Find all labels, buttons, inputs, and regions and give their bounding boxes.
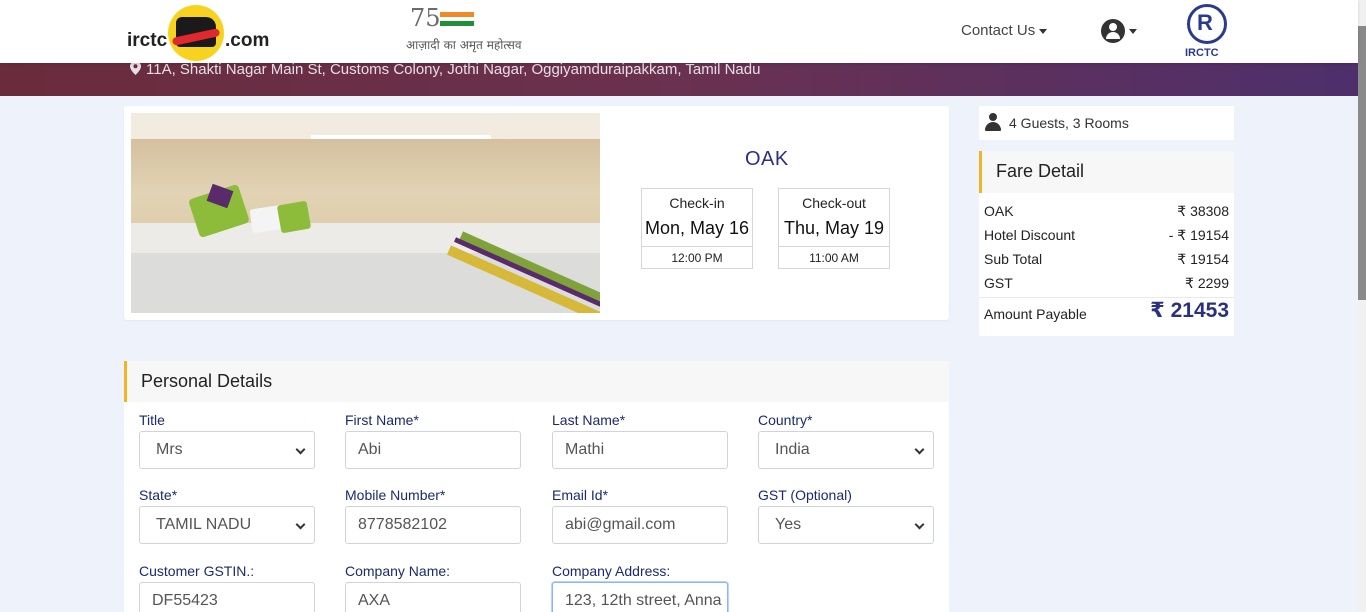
checkin-date: Mon, May 16: [644, 218, 750, 238]
checkout-label: Check-out: [802, 195, 866, 211]
first-name-input[interactable]: Abi: [345, 431, 521, 469]
fare-row-room: OAK ₹ 38308: [984, 203, 1229, 225]
fare-row-discount: Hotel Discount - ₹ 19154: [984, 227, 1229, 249]
state-value: TAMIL NADU: [156, 516, 252, 533]
guests-rooms-card: 4 Guests, 3 Rooms: [979, 106, 1234, 140]
company-name-label: Company Name:: [345, 563, 451, 579]
country-select[interactable]: India: [758, 431, 934, 469]
amount-payable-value: ₹ 21453: [1150, 299, 1229, 322]
checkout-time: 11:00 AM: [809, 251, 859, 265]
logo-text-left: irctc: [127, 30, 168, 51]
scrollbar-thumb[interactable]: [1358, 26, 1366, 300]
chevron-down-icon: [914, 519, 925, 530]
chevron-down-icon: [914, 444, 925, 455]
contact-us-dropdown[interactable]: Contact Us: [961, 22, 1048, 39]
last-name-value: Mathi: [565, 441, 605, 458]
fare-detail-header: Fare Detail: [979, 151, 1234, 193]
chevron-down-icon: [295, 519, 306, 530]
hotel-name: OAK: [745, 148, 789, 170]
mobile-number-input[interactable]: 8778582102: [345, 506, 521, 544]
checkin-label: Check-in: [669, 195, 725, 211]
company-address-label: Company Address:: [552, 563, 671, 579]
email-value: abi@gmail.com: [565, 516, 676, 533]
mobile-number-label: Mobile Number*: [345, 487, 446, 503]
gst-select[interactable]: Yes: [758, 506, 934, 544]
user-account-dropdown[interactable]: [1101, 19, 1139, 43]
fare-label: OAK: [984, 203, 1014, 219]
state-label: State*: [139, 487, 178, 503]
fare-value: - ₹ 19154: [1168, 227, 1229, 243]
contact-us-label: Contact Us: [961, 22, 1036, 39]
fare-row-gst: GST ₹ 2299: [984, 275, 1229, 297]
last-name-label: Last Name*: [552, 412, 626, 428]
customer-gstin-input[interactable]: DF55423: [139, 582, 315, 612]
azadi-number: 75: [410, 4, 441, 32]
fare-detail-card: Fare Detail OAK ₹ 38308 Hotel Discount -…: [979, 151, 1234, 336]
irctc-logo[interactable]: R IRCTC: [1182, 4, 1232, 60]
checkin-box: Check-in Mon, May 16 12:00 PM: [641, 188, 753, 269]
email-input[interactable]: abi@gmail.com: [552, 506, 728, 544]
logo-text-right: .com: [225, 30, 270, 51]
personal-details-title: Personal Details: [141, 371, 273, 391]
caret-down-icon: [1039, 28, 1048, 34]
country-label: Country*: [758, 412, 813, 428]
page-scrollbar[interactable]: [1358, 0, 1366, 612]
train-logo-icon[interactable]: [168, 5, 224, 61]
customer-gstin-value: DF55423: [152, 592, 218, 609]
email-label: Email Id*: [552, 487, 609, 503]
hotel-room-image: [131, 113, 600, 313]
top-navbar: irctc .com 75 आज़ादी का अमृत महोत्सव Con…: [0, 0, 1358, 63]
title-label: Title: [139, 412, 165, 428]
gst-value: Yes: [775, 516, 802, 533]
first-name-label: First Name*: [345, 412, 419, 428]
hotel-summary-card: OAK Check-in Mon, May 16 12:00 PM Check-…: [124, 106, 949, 320]
mobile-number-value: 8778582102: [358, 516, 447, 533]
first-name-value: Abi: [358, 441, 382, 458]
company-address-value: 123, 12th street, Anna Nagar: [565, 592, 727, 609]
fare-value: ₹ 2299: [1185, 275, 1229, 291]
fare-row-payable: Amount Payable ₹ 21453: [984, 299, 1229, 322]
azadi-text: आज़ादी का अमृत महोत्सव: [406, 38, 522, 52]
azadi-ka-amrit-mahotsav-logo: 75 आज़ादी का अमृत महोत्सव: [404, 4, 522, 58]
fare-detail-title: Fare Detail: [996, 161, 1085, 181]
checkout-box: Check-out Thu, May 19 11:00 AM: [778, 188, 890, 269]
state-select[interactable]: TAMIL NADU: [139, 506, 315, 544]
company-name-value: AXA: [358, 592, 391, 609]
gst-optional-label: GST (Optional): [758, 487, 852, 503]
fare-value: ₹ 38308: [1177, 203, 1229, 219]
flag-icon: [440, 12, 474, 26]
last-name-input[interactable]: Mathi: [552, 431, 728, 469]
guests-rooms-text: 4 Guests, 3 Rooms: [1009, 115, 1129, 131]
fare-row-subtotal: Sub Total ₹ 19154: [984, 251, 1229, 273]
chevron-down-icon: [295, 444, 306, 455]
title-value: Mrs: [156, 441, 183, 458]
map-marker-icon: [130, 61, 141, 75]
amount-payable-label: Amount Payable: [984, 306, 1087, 322]
caret-down-icon: [1129, 29, 1137, 34]
company-address-input[interactable]: 123, 12th street, Anna Nagar: [552, 582, 728, 612]
fare-label: GST: [984, 275, 1013, 291]
country-value: India: [775, 441, 810, 458]
title-select[interactable]: Mrs: [139, 431, 315, 469]
checkin-time: 12:00 PM: [671, 251, 723, 265]
checkout-date: Thu, May 19: [783, 218, 885, 238]
fare-value: ₹ 19154: [1177, 251, 1229, 267]
fare-label: Sub Total: [984, 251, 1043, 267]
customer-gstin-label: Customer GSTIN.:: [139, 563, 255, 579]
hotel-address: 11A, Shakti Nagar Main St, Customs Colon…: [146, 61, 761, 78]
irctc-logo-label: IRCTC: [1185, 47, 1219, 59]
company-name-input[interactable]: AXA: [345, 582, 521, 612]
user-icon: [985, 113, 1001, 131]
fare-label: Hotel Discount: [984, 227, 1076, 243]
personal-details-card: Personal Details Title Mrs First Name* A…: [124, 361, 949, 612]
personal-details-header: Personal Details: [124, 361, 949, 402]
hotel-address-banner: 11A, Shakti Nagar Main St, Customs Colon…: [0, 61, 1358, 96]
